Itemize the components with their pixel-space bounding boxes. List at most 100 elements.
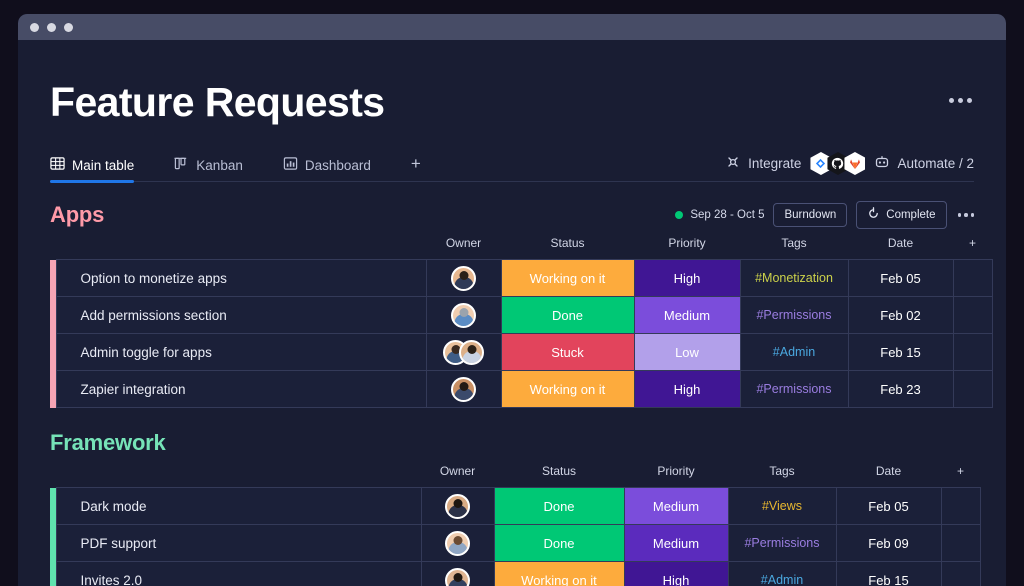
tabbar-actions: Integrate Automate / 2 <box>725 152 974 178</box>
cell-priority[interactable]: Medium <box>633 296 741 334</box>
cell-owner[interactable] <box>420 561 495 586</box>
avatar[interactable] <box>459 339 484 365</box>
cell-tag[interactable]: #Permissions <box>739 370 849 408</box>
cell-tag[interactable]: #Permissions <box>739 296 849 334</box>
gitlab-icon[interactable] <box>844 152 866 175</box>
avatar[interactable] <box>451 265 476 291</box>
automate-button[interactable]: Automate / 2 <box>874 154 974 173</box>
add-view-button[interactable]: + <box>411 155 421 175</box>
add-column-button[interactable]: + <box>941 464 980 488</box>
table-row[interactable]: Dark mode Done Medium #Views Feb 05 <box>50 487 981 525</box>
avatar[interactable] <box>445 567 470 586</box>
avatar[interactable] <box>445 493 470 519</box>
integration-app-icons[interactable] <box>810 152 866 175</box>
table-grid-icon <box>50 156 65 174</box>
avatar-hair <box>453 498 462 508</box>
cell-priority[interactable]: Medium <box>623 487 729 525</box>
cell-item-name[interactable]: Invites 2.0 <box>55 561 422 586</box>
cell-item-name[interactable]: Add permissions section <box>55 296 427 334</box>
avatar[interactable] <box>451 302 476 328</box>
view-tabs: Main table Kanban Dashboard + <box>50 149 421 183</box>
tab-dashboard[interactable]: Dashboard <box>283 149 387 182</box>
cell-owner[interactable] <box>420 524 495 562</box>
cell-tag[interactable]: #Views <box>727 487 837 525</box>
column-header-date[interactable]: Date <box>848 236 953 260</box>
cell-date[interactable]: Feb 02 <box>847 296 954 334</box>
cell-owner[interactable] <box>420 487 495 525</box>
window-close-dot[interactable] <box>30 22 39 32</box>
column-header-owner[interactable]: Owner <box>426 236 501 260</box>
column-header-status[interactable]: Status <box>494 464 624 488</box>
page-more-button[interactable] <box>949 82 974 103</box>
cell-priority[interactable]: Low <box>633 333 741 371</box>
cell-item-name[interactable]: PDF support <box>55 524 422 562</box>
column-header-tags[interactable]: Tags <box>728 464 836 488</box>
cell-tag[interactable]: #Admin <box>727 561 837 586</box>
table-row[interactable]: Add permissions section Done Medium #Permis… <box>50 296 993 334</box>
window-maximize-dot[interactable] <box>64 22 73 32</box>
add-column-button[interactable]: + <box>953 236 992 260</box>
avatar-hair <box>459 381 468 391</box>
sprint-range[interactable]: Sep 28 - Oct 5 <box>675 209 764 221</box>
avatar[interactable] <box>445 530 470 556</box>
cell-date[interactable]: Feb 15 <box>835 561 942 586</box>
group-header: Framework <box>50 426 974 460</box>
bar-chart-icon <box>283 156 298 174</box>
burndown-button[interactable]: Burndown <box>773 203 848 227</box>
cell-status[interactable]: Stuck <box>500 333 635 371</box>
cell-date[interactable]: Feb 05 <box>847 259 954 297</box>
cell-priority[interactable]: High <box>633 370 741 408</box>
cell-tag[interactable]: #Monetization <box>739 259 849 297</box>
cell-owner[interactable] <box>425 259 502 297</box>
column-header-status[interactable]: Status <box>501 236 634 260</box>
column-header-priority[interactable]: Priority <box>634 236 740 260</box>
tab-kanban[interactable]: Kanban <box>174 149 259 182</box>
column-header-owner[interactable]: Owner <box>421 464 494 488</box>
cell-owner[interactable] <box>425 370 502 408</box>
cell-item-name[interactable]: Dark mode <box>55 487 422 525</box>
column-header-tags[interactable]: Tags <box>740 236 848 260</box>
cell-item-name[interactable]: Zapier integration <box>55 370 427 408</box>
table-row[interactable]: PDF support Done Medium #Permissions Feb 09 <box>50 524 981 562</box>
complete-button[interactable]: Complete <box>856 201 947 229</box>
cell-owner[interactable] <box>425 296 502 334</box>
cell-status[interactable]: Done <box>493 524 625 562</box>
window-minimize-dot[interactable] <box>47 22 56 32</box>
group-title: Apps <box>50 202 105 227</box>
cell-date[interactable]: Feb 15 <box>847 333 954 371</box>
refresh-circle-icon <box>867 207 880 223</box>
cell-tag[interactable]: #Permissions <box>727 524 837 562</box>
sprint-status-dot <box>675 211 684 219</box>
table-row[interactable]: Invites 2.0 Working on it High #Admin Feb 15 <box>50 561 981 586</box>
cell-status[interactable]: Done <box>493 487 625 525</box>
apps-table: Owner Status Priority Tags Date + Option… <box>50 236 993 408</box>
cell-status[interactable]: Working on it <box>500 370 635 408</box>
cell-tag[interactable]: #Admin <box>739 333 849 371</box>
avatar-hair <box>459 307 468 317</box>
cell-item-name[interactable]: Admin toggle for apps <box>55 333 427 371</box>
group-more-button[interactable] <box>956 213 974 217</box>
cell-item-name[interactable]: Option to monetize apps <box>55 259 427 297</box>
complete-label: Complete <box>886 209 936 221</box>
avatar[interactable] <box>451 376 476 402</box>
cell-status[interactable]: Working on it <box>500 259 635 297</box>
table-row[interactable]: Zapier integration Working on it High #Perm… <box>50 370 993 408</box>
cell-date[interactable]: Feb 05 <box>835 487 942 525</box>
column-header-priority[interactable]: Priority <box>624 464 728 488</box>
column-header-date[interactable]: Date <box>836 464 941 488</box>
cell-priority[interactable]: High <box>633 259 741 297</box>
tab-main-table[interactable]: Main table <box>50 149 150 183</box>
cell-date[interactable]: Feb 23 <box>847 370 954 408</box>
cell-owner[interactable] <box>425 333 502 371</box>
cell-status[interactable]: Working on it <box>493 561 625 586</box>
cell-status[interactable]: Done <box>500 296 635 334</box>
page-body: Feature Requests Main table Kanban Dashb… <box>18 40 1006 586</box>
cell-empty <box>940 487 981 525</box>
cell-priority[interactable]: Medium <box>623 524 729 562</box>
integrate-button[interactable]: Integrate <box>725 152 866 175</box>
cell-priority[interactable]: High <box>623 561 729 586</box>
sprint-range-label: Sep 28 - Oct 5 <box>690 209 765 221</box>
table-row[interactable]: Admin toggle for apps Stuck Low #Admin Feb 1… <box>50 333 993 371</box>
table-row[interactable]: Option to monetize apps Working on it High… <box>50 259 993 297</box>
cell-date[interactable]: Feb 09 <box>835 524 942 562</box>
